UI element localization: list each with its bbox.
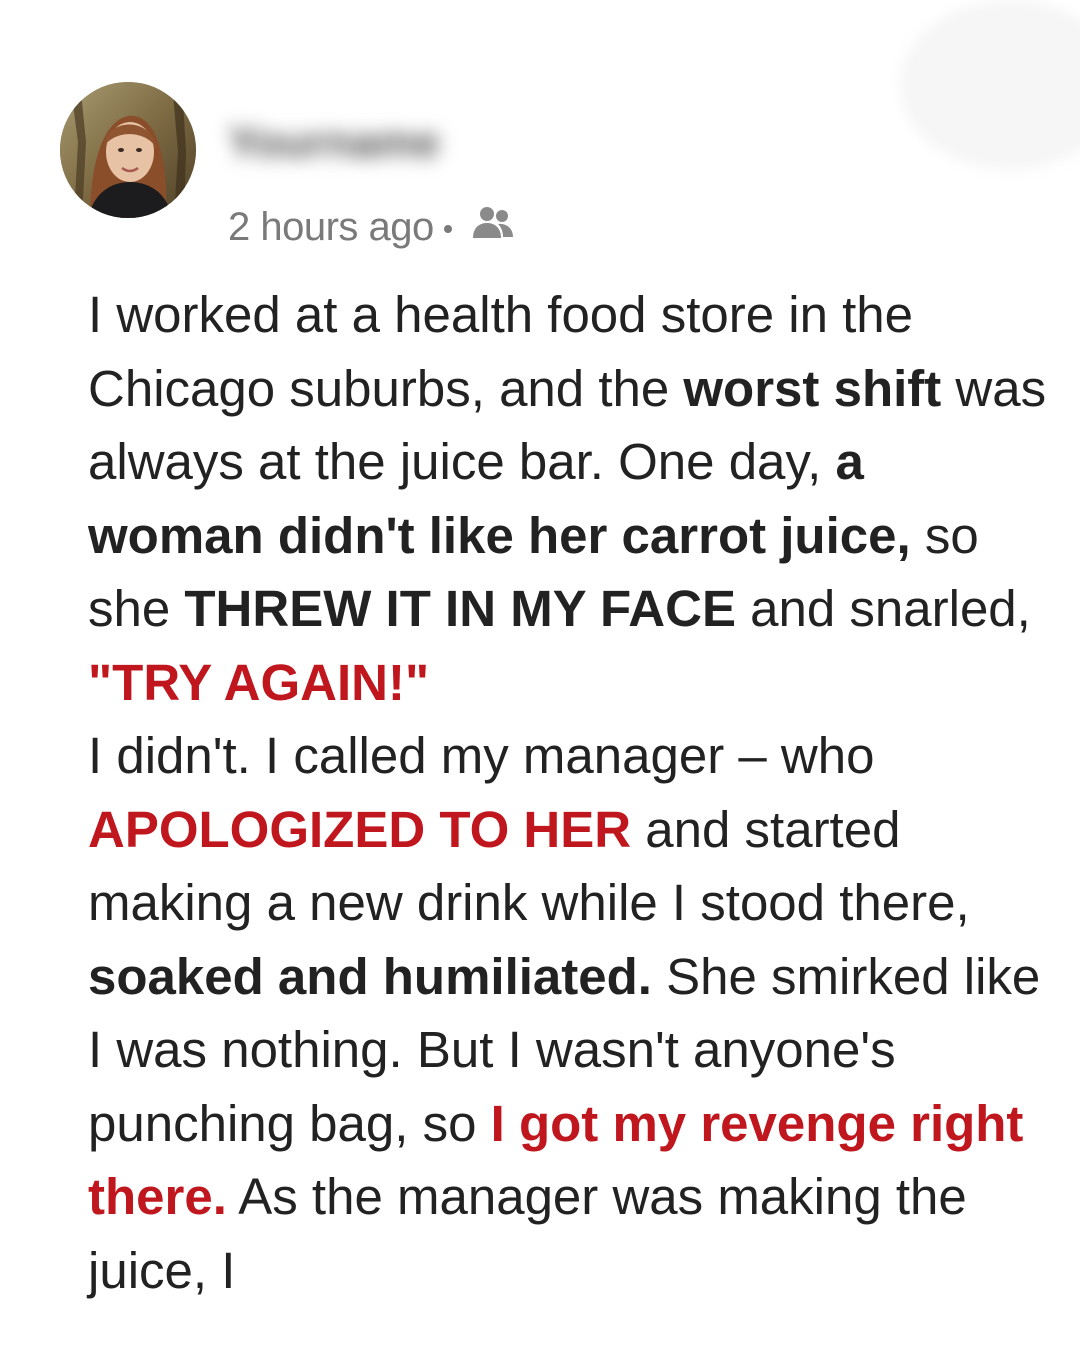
post-text-highlight: "TRY AGAIN!" — [88, 653, 430, 711]
post-timestamp[interactable]: 2 hours ago — [228, 205, 434, 250]
post-text-bold: soaked and humiliated. — [88, 947, 652, 1005]
friends-icon[interactable] — [470, 202, 516, 252]
author-name[interactable]: Yourname — [228, 118, 440, 168]
post-paragraph-2: I didn't. I called my manager – who APOL… — [88, 719, 1048, 1307]
post-text-segment: and snarled, — [735, 580, 1031, 637]
post-body: I worked at a health food store in the C… — [88, 278, 1048, 1307]
post-text-bold: worst shift — [683, 359, 942, 417]
post-text-highlight: APOLOGIZED TO HER — [88, 800, 632, 858]
separator-dot — [443, 225, 452, 233]
post-meta: 2 hours ago — [228, 204, 516, 250]
blurred-corner-decoration — [900, 0, 1080, 170]
post-text-bold: THREW IT IN MY FACE — [184, 580, 736, 637]
avatar[interactable] — [60, 82, 196, 218]
post-text-segment: I didn't. I called my manager – who — [88, 727, 875, 784]
post-paragraph-1: I worked at a health food store in the C… — [88, 278, 1048, 719]
